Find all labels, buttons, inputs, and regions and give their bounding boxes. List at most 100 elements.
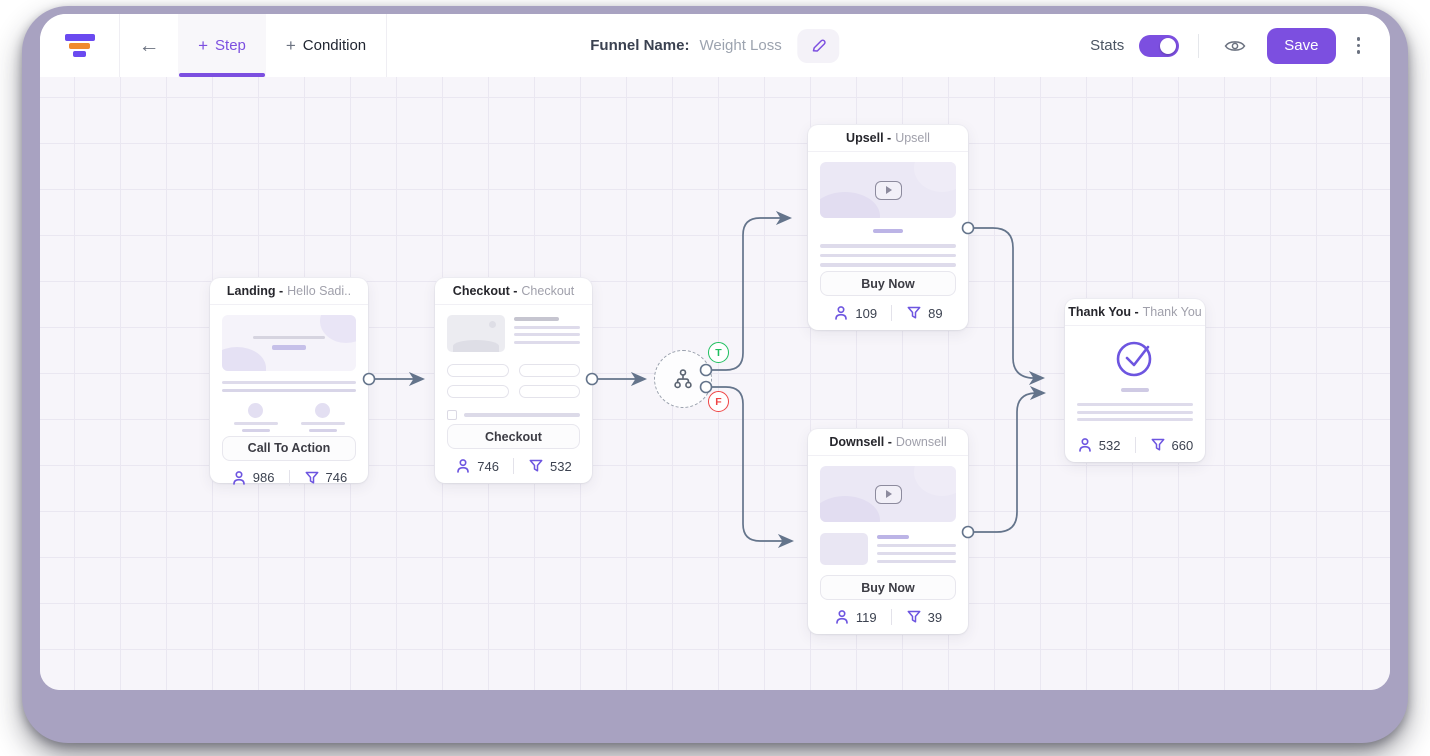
funnel-name-label: Funnel Name:: [590, 37, 689, 54]
back-button[interactable]: ←: [120, 14, 178, 77]
funnel-logo-icon: [65, 34, 95, 57]
false-branch-badge: F: [708, 391, 729, 412]
kebab-dot: [1357, 44, 1361, 48]
save-button[interactable]: Save: [1267, 28, 1335, 64]
tab-add-condition[interactable]: + Condition: [266, 14, 387, 77]
more-options-button[interactable]: [1351, 31, 1367, 60]
conversions-stat: 89: [906, 305, 942, 321]
true-branch-badge: T: [708, 342, 729, 363]
play-icon: [875, 181, 902, 200]
checkout-button[interactable]: Checkout: [447, 424, 580, 449]
false-label: F: [715, 396, 721, 408]
page-thumbnail: [1065, 326, 1205, 428]
mock-line: [1077, 403, 1193, 406]
node-checkout[interactable]: Checkout - Checkout: [435, 278, 592, 483]
mock-line: [222, 381, 356, 384]
stats-toggle[interactable]: [1139, 35, 1179, 57]
decor-blob: [320, 315, 356, 343]
node-downsell[interactable]: Downsell - Downsell: [808, 429, 968, 634]
funnel-name-group: Funnel Name: Weight Loss: [590, 14, 839, 77]
visitors-count: 109: [855, 306, 877, 321]
headline-mock: [820, 229, 956, 233]
mock-mountain: [453, 340, 499, 352]
wire-upsell-to-thankyou: [974, 228, 1041, 378]
mock-checkbox: [447, 410, 457, 420]
check-circle-icon: [1112, 334, 1158, 380]
mock-line: [309, 429, 337, 432]
conversions-stat: 660: [1150, 437, 1194, 453]
mock-line: [873, 229, 903, 233]
funnel-filter-icon: [906, 609, 922, 625]
conversions-count: 89: [928, 306, 942, 321]
mock-line: [1121, 388, 1149, 392]
mock-line: [514, 341, 580, 344]
toolbar: ← + Step + Condition Funnel Name: Weight…: [40, 14, 1390, 77]
node-title: Thank You -: [1068, 305, 1138, 319]
text-lines-mock: [877, 533, 956, 565]
form-fields-mock: [447, 364, 580, 398]
decor-blob: [820, 192, 880, 218]
node-stats: 746 532: [435, 449, 592, 483]
funnel-canvas[interactable]: Landing - Hello Sadi..: [40, 77, 1390, 690]
mock-line: [877, 544, 956, 547]
buy-now-button[interactable]: Buy Now: [820, 271, 956, 296]
node-stats: 532 660: [1065, 428, 1205, 462]
preview-button[interactable]: [1218, 29, 1252, 63]
mock-line: [464, 413, 580, 417]
conversions-count: 660: [1172, 438, 1194, 453]
mock-line: [272, 345, 306, 350]
visitors-count: 986: [253, 470, 275, 485]
node-title: Landing -: [227, 284, 283, 298]
visitors-stat: 746: [455, 458, 499, 474]
cta-button[interactable]: Call To Action: [222, 436, 356, 461]
node-landing[interactable]: Landing - Hello Sadi..: [210, 278, 368, 483]
tab-condition-label: Condition: [303, 37, 366, 54]
split-sitemap-icon: [670, 366, 696, 392]
node-thankyou[interactable]: Thank You - Thank You: [1065, 299, 1205, 462]
kebab-dot: [1357, 50, 1361, 54]
person-icon: [1077, 437, 1093, 453]
mock-line: [820, 254, 956, 258]
content-row-mock: [820, 533, 956, 565]
mock-input: [447, 364, 509, 377]
node-header: Checkout - Checkout: [435, 278, 592, 305]
mock-line: [514, 333, 580, 336]
node-subtitle: Thank You: [1143, 305, 1202, 319]
node-subtitle: Checkout: [521, 284, 574, 298]
buy-now-button[interactable]: Buy Now: [820, 575, 956, 600]
person-icon: [833, 305, 849, 321]
visitors-count: 746: [477, 459, 499, 474]
video-mock: [820, 162, 956, 218]
tab-add-step[interactable]: + Step: [178, 14, 266, 77]
image-placeholder: [820, 533, 868, 565]
mock-input: [447, 385, 509, 398]
edit-funnel-name-button[interactable]: [798, 29, 840, 63]
eye-icon: [1223, 34, 1247, 58]
conversions-count: 532: [550, 459, 572, 474]
decor-blob: [914, 162, 956, 192]
image-placeholder: [447, 315, 505, 352]
node-condition[interactable]: [654, 350, 712, 408]
stats-divider: [513, 458, 514, 474]
mock-circle: [248, 403, 263, 418]
product-row-mock: [447, 315, 580, 352]
page-thumbnail: [808, 456, 968, 571]
back-arrow-icon: ←: [139, 34, 160, 58]
mock-line: [234, 422, 278, 425]
text-lines-mock: [514, 315, 580, 352]
stats-divider: [891, 609, 892, 625]
person-icon: [455, 458, 471, 474]
feature-mock: [301, 403, 345, 432]
plus-icon: +: [198, 36, 208, 56]
node-title: Checkout -: [453, 284, 518, 298]
visitors-stat: 532: [1077, 437, 1121, 453]
video-mock: [820, 466, 956, 522]
toolbar-right-group: Stats Save: [1090, 14, 1390, 77]
app-logo[interactable]: [40, 14, 120, 77]
node-upsell[interactable]: Upsell - Upsell Buy Now: [808, 125, 968, 330]
node-header: Thank You - Thank You: [1065, 299, 1205, 326]
mock-input: [519, 385, 581, 398]
visitors-stat: 119: [834, 609, 877, 625]
node-title: Downsell -: [829, 435, 892, 449]
mock-line: [242, 429, 270, 432]
